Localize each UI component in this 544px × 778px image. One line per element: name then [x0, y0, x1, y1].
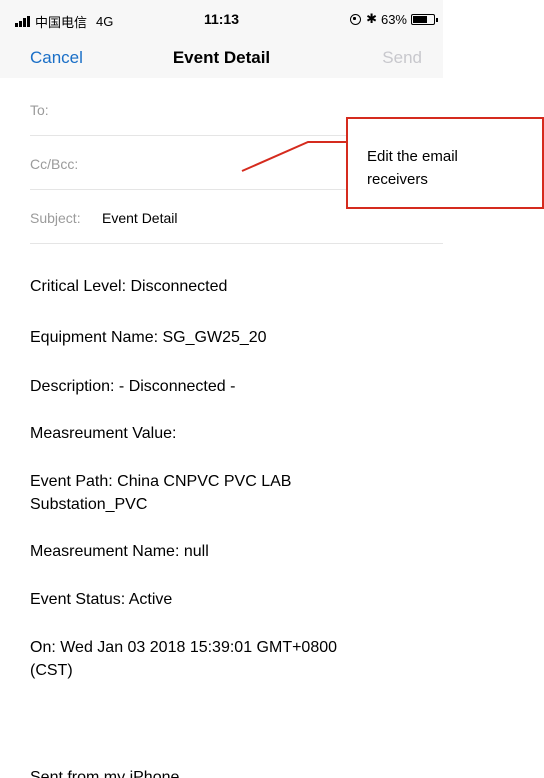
timestamp-line2: (CST)	[30, 662, 73, 679]
body-equipment-name: Equipment Name: SG_GW25_20	[30, 329, 267, 346]
page: 中国电信 4G 11:13 ✱ 63% Cancel Event Detail …	[0, 0, 544, 778]
cc-bcc-label: Cc/Bcc:	[30, 156, 79, 172]
battery-icon	[411, 13, 438, 25]
body-timestamp: On: Wed Jan 03 2018 15:39:01 GMT+0800 (C…	[30, 636, 430, 682]
body-event-status: Event Status: Active	[30, 591, 173, 608]
email-signature: Sent from my iPhone	[30, 769, 180, 778]
orientation-lock-icon	[350, 13, 362, 25]
bluetooth-icon: ✱	[366, 11, 377, 26]
body-event-path: Event Path: China CNPVC PVC LAB Substati…	[30, 470, 430, 516]
callout-line2: receivers	[367, 171, 428, 188]
event-path-line2: Substation_PVC	[30, 496, 148, 513]
navigation-bar: Cancel Event Detail Send	[0, 40, 443, 78]
subject-value[interactable]: Event Detail	[102, 211, 177, 225]
timestamp-line1: On: Wed Jan 03 2018 15:39:01 GMT+0800	[30, 639, 338, 656]
body-description: Description: - Disconnected -	[30, 378, 236, 395]
body-measurement-value: Measreument Value:	[30, 425, 177, 442]
page-title: Event Detail	[172, 48, 271, 67]
event-path-line1: Event Path: China CNPVC PVC LAB	[30, 473, 292, 490]
callout-line1: Edit the email	[367, 148, 458, 165]
status-right: ✱ 63%	[350, 11, 438, 27]
body-critical-level: Critical Level: Disconnected	[30, 278, 228, 295]
body-measurement-name: Measreument Name: null	[30, 543, 209, 560]
status-bar: 中国电信 4G 11:13 ✱ 63%	[0, 0, 443, 40]
subject-label: Subject:	[30, 210, 81, 226]
callout-box: Edit the email receivers	[346, 117, 544, 209]
to-label: To:	[30, 102, 49, 118]
battery-percent: 63%	[380, 11, 407, 27]
send-button[interactable]: Send	[382, 48, 422, 68]
callout-text: Edit the email receivers	[367, 145, 458, 191]
